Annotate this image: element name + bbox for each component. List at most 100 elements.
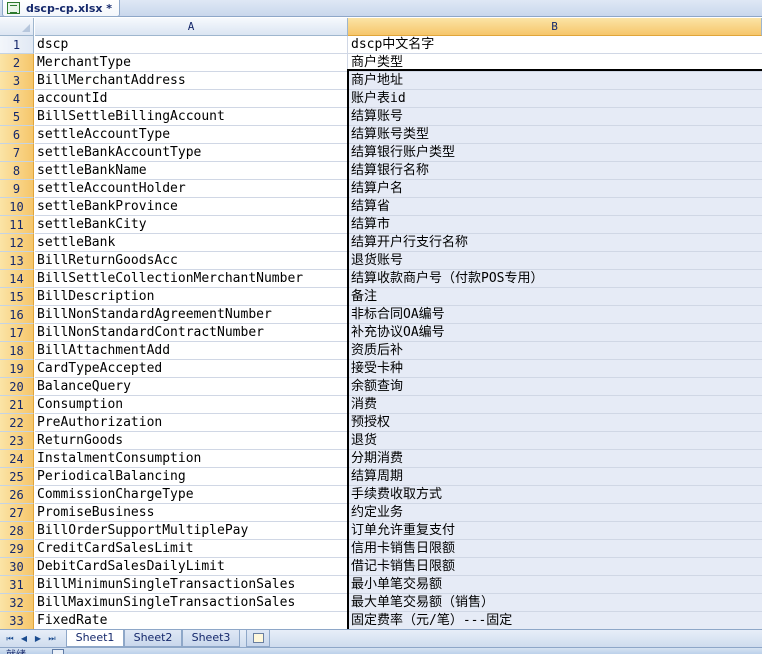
cell-a[interactable]: CardTypeAccepted: [35, 360, 348, 378]
last-sheet-icon[interactable]: ⏭: [46, 633, 58, 645]
row-header[interactable]: 13: [0, 252, 34, 270]
row-header[interactable]: 19: [0, 360, 34, 378]
cell-b[interactable]: 结算银行名称: [348, 162, 762, 180]
row-header[interactable]: 5: [0, 108, 34, 126]
cell-b[interactable]: 接受卡种: [348, 360, 762, 378]
cell-a[interactable]: settleBankProvince: [35, 198, 348, 216]
row-header[interactable]: 28: [0, 522, 34, 540]
cell-b[interactable]: dscp中文名字: [348, 36, 762, 54]
cell-b[interactable]: 信用卡销售日限额: [348, 540, 762, 558]
cell-a[interactable]: PreAuthorization: [35, 414, 348, 432]
column-header-b[interactable]: B: [348, 18, 762, 36]
cell-a[interactable]: BillNonStandardContractNumber: [35, 324, 348, 342]
select-all-corner[interactable]: [0, 18, 34, 36]
cell-b[interactable]: 备注: [348, 288, 762, 306]
cell-b[interactable]: 约定业务: [348, 504, 762, 522]
cell-b[interactable]: 订单允许重复支付: [348, 522, 762, 540]
row-header[interactable]: 27: [0, 504, 34, 522]
cell-b[interactable]: 结算账号类型: [348, 126, 762, 144]
cell-a[interactable]: settleBankCity: [35, 216, 348, 234]
sheet-tab-sheet3[interactable]: Sheet3: [182, 630, 240, 647]
row-header[interactable]: 29: [0, 540, 34, 558]
row-header[interactable]: 33: [0, 612, 34, 630]
cell-a[interactable]: BillSettleBillingAccount: [35, 108, 348, 126]
cell-b[interactable]: 非标合同OA编号: [348, 306, 762, 324]
row-header[interactable]: 9: [0, 180, 34, 198]
row-header[interactable]: 11: [0, 216, 34, 234]
row-header[interactable]: 12: [0, 234, 34, 252]
column-header-a[interactable]: A: [35, 18, 348, 36]
cell-b[interactable]: 结算省: [348, 198, 762, 216]
cell-b[interactable]: 手续费收取方式: [348, 486, 762, 504]
cell-b[interactable]: 结算收款商户号（付款POS专用）: [348, 270, 762, 288]
cell-a[interactable]: settleAccountType: [35, 126, 348, 144]
cell-b[interactable]: 消费: [348, 396, 762, 414]
row-header[interactable]: 24: [0, 450, 34, 468]
prev-sheet-icon[interactable]: ◀: [18, 633, 30, 645]
row-header[interactable]: 14: [0, 270, 34, 288]
cell-a[interactable]: MerchantType: [35, 54, 348, 72]
cell-a[interactable]: BillOrderSupportMultiplePay: [35, 522, 348, 540]
cell-a[interactable]: FixedRate: [35, 612, 348, 630]
row-header[interactable]: 2: [0, 54, 34, 72]
row-header[interactable]: 10: [0, 198, 34, 216]
cell-a[interactable]: BalanceQuery: [35, 378, 348, 396]
cell-a[interactable]: BillDescription: [35, 288, 348, 306]
cell-a[interactable]: accountId: [35, 90, 348, 108]
row-header[interactable]: 22: [0, 414, 34, 432]
cell-b[interactable]: 商户地址: [348, 72, 762, 90]
cell-a[interactable]: BillMinimunSingleTransactionSales: [35, 576, 348, 594]
row-header[interactable]: 17: [0, 324, 34, 342]
workbook-tab[interactable]: dscp-cp.xlsx *: [2, 0, 120, 17]
cell-a[interactable]: CreditCardSalesLimit: [35, 540, 348, 558]
cell-a[interactable]: BillMerchantAddress: [35, 72, 348, 90]
cell-b[interactable]: 结算开户行支行名称: [348, 234, 762, 252]
cell-b[interactable]: 退货账号: [348, 252, 762, 270]
row-header[interactable]: 30: [0, 558, 34, 576]
first-sheet-icon[interactable]: ⏮: [4, 633, 16, 645]
cell-a[interactable]: settleBankAccountType: [35, 144, 348, 162]
row-header[interactable]: 23: [0, 432, 34, 450]
cell-a[interactable]: CommissionChargeType: [35, 486, 348, 504]
cell-b[interactable]: 预授权: [348, 414, 762, 432]
sheet-tab-sheet1[interactable]: Sheet1: [66, 630, 124, 647]
row-header[interactable]: 20: [0, 378, 34, 396]
insert-sheet-button[interactable]: [246, 630, 270, 647]
cell-a[interactable]: settleBank: [35, 234, 348, 252]
row-header[interactable]: 25: [0, 468, 34, 486]
macro-record-icon[interactable]: [52, 649, 64, 654]
cell-b[interactable]: 余额查询: [348, 378, 762, 396]
row-header[interactable]: 31: [0, 576, 34, 594]
cell-b[interactable]: 商户类型: [348, 54, 762, 72]
cell-b[interactable]: 最大单笔交易额（销售）: [348, 594, 762, 612]
cell-b[interactable]: 结算账号: [348, 108, 762, 126]
cell-b[interactable]: 借记卡销售日限额: [348, 558, 762, 576]
cell-a[interactable]: settleAccountHolder: [35, 180, 348, 198]
cell-a[interactable]: InstalmentConsumption: [35, 450, 348, 468]
row-header[interactable]: 18: [0, 342, 34, 360]
cell-b[interactable]: 分期消费: [348, 450, 762, 468]
cell-b[interactable]: 资质后补: [348, 342, 762, 360]
cell-a[interactable]: DebitCardSalesDailyLimit: [35, 558, 348, 576]
cell-a[interactable]: BillMaximunSingleTransactionSales: [35, 594, 348, 612]
row-header[interactable]: 3: [0, 72, 34, 90]
cell-b[interactable]: 账户表id: [348, 90, 762, 108]
cell-a[interactable]: PromiseBusiness: [35, 504, 348, 522]
row-header[interactable]: 32: [0, 594, 34, 612]
cell-b[interactable]: 结算户名: [348, 180, 762, 198]
row-header[interactable]: 21: [0, 396, 34, 414]
cell-a[interactable]: BillNonStandardAgreementNumber: [35, 306, 348, 324]
cell-b[interactable]: 结算银行账户类型: [348, 144, 762, 162]
row-header[interactable]: 16: [0, 306, 34, 324]
cell-a[interactable]: settleBankName: [35, 162, 348, 180]
cell-a[interactable]: dscp: [35, 36, 348, 54]
cell-a[interactable]: BillSettleCollectionMerchantNumber: [35, 270, 348, 288]
row-header[interactable]: 4: [0, 90, 34, 108]
row-header[interactable]: 15: [0, 288, 34, 306]
next-sheet-icon[interactable]: ▶: [32, 633, 44, 645]
cell-b[interactable]: 最小单笔交易额: [348, 576, 762, 594]
row-header[interactable]: 8: [0, 162, 34, 180]
cell-a[interactable]: BillReturnGoodsAcc: [35, 252, 348, 270]
row-header[interactable]: 6: [0, 126, 34, 144]
cell-b[interactable]: 固定费率（元/笔）---固定: [348, 612, 762, 630]
